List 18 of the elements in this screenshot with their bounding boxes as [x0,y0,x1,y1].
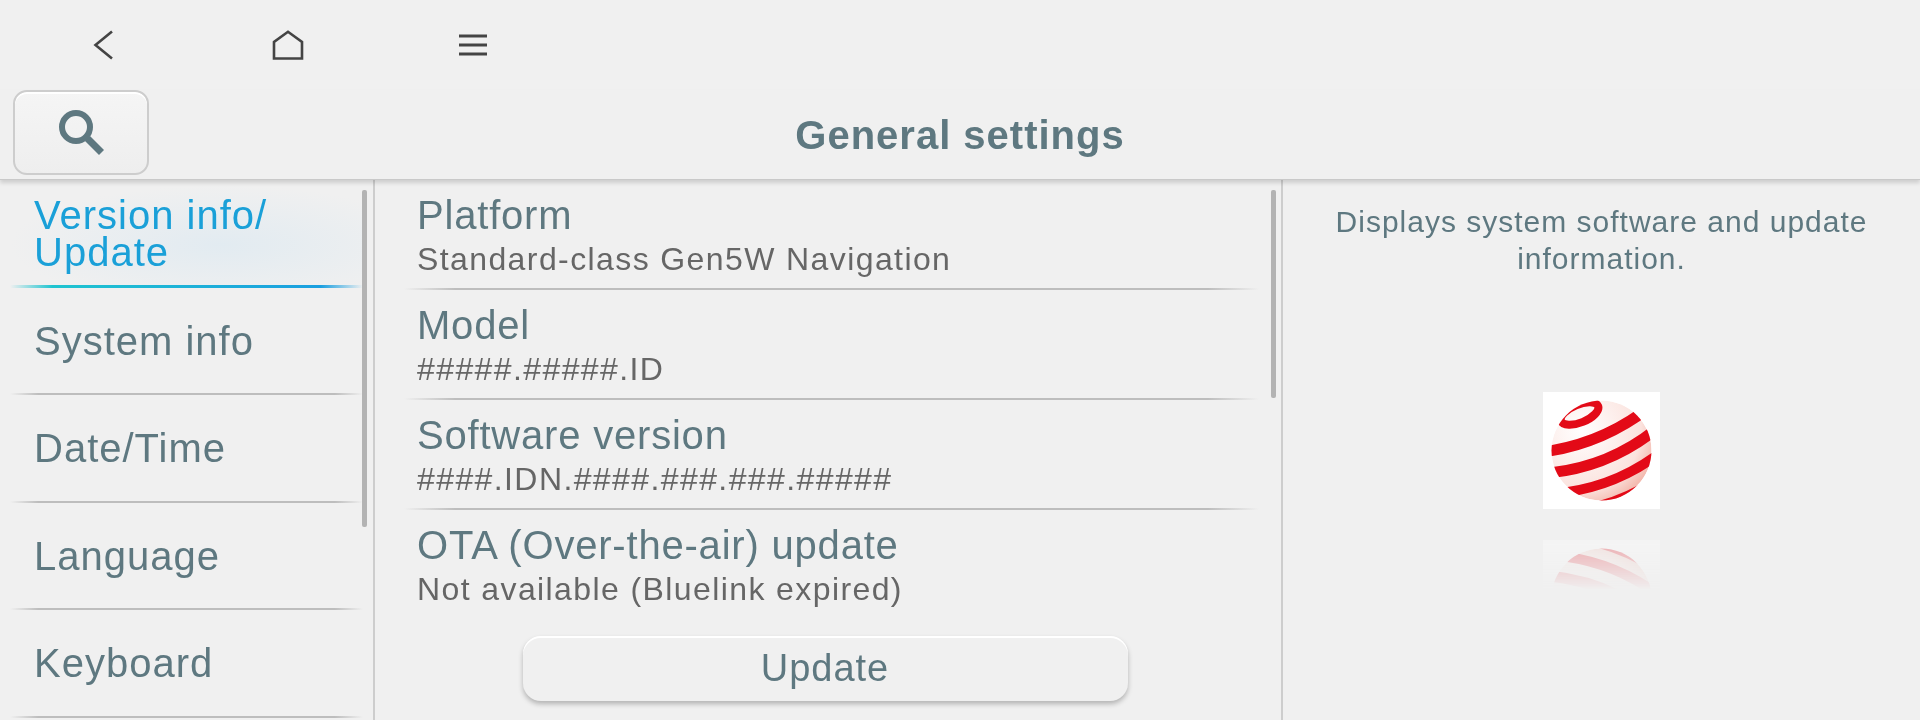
info-value: Standard-class Gen5W Navigation [417,240,952,279]
info-label: Software version [417,414,728,456]
info-value: Not available (Bluelink expired) [417,570,903,609]
menu-icon[interactable] [459,34,487,56]
info-value: #####.#####.ID [417,350,665,389]
search-button[interactable] [13,90,149,175]
page-title: General settings [795,111,1125,159]
info-label: Model [417,304,530,346]
scrollbar[interactable] [1271,190,1276,398]
info-label: OTA (Over-the-air) update [417,524,899,566]
description-text: Displays system software and update information. [1334,204,1869,277]
info-label: Platform [417,194,573,236]
update-button[interactable]: Update [522,636,1128,701]
back-icon[interactable] [93,30,113,60]
info-value: ####.IDN.####.###.###.##### [417,460,893,499]
scrollbar[interactable] [362,190,367,527]
search-icon [57,109,105,156]
home-icon[interactable] [272,30,304,60]
